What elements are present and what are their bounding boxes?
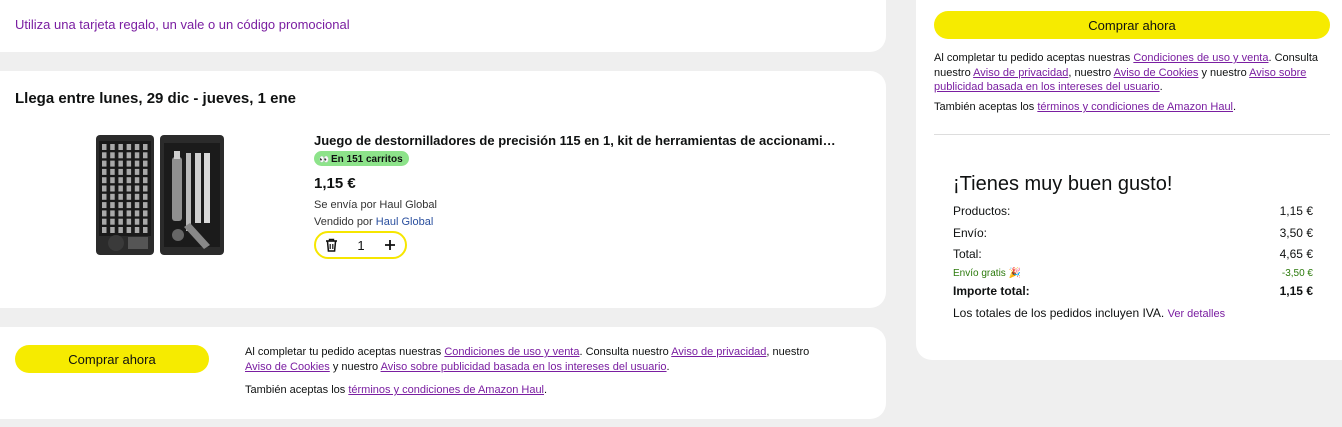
in-carts-text: En 151 carritos xyxy=(330,153,403,165)
haul-terms-part: . xyxy=(544,384,548,396)
summary-label: Productos: xyxy=(953,204,1011,218)
terms-text: Al completar tu pedido aceptas nuestras … xyxy=(934,51,1326,95)
increase-quantity-button[interactable] xyxy=(384,239,396,251)
product-title[interactable]: Juego de destornilladores de precisión 1… xyxy=(314,133,854,148)
quantity-value: 1 xyxy=(357,237,365,253)
trash-icon xyxy=(326,238,337,252)
eyes-icon: 👀 xyxy=(319,154,329,164)
summary-label: Total: xyxy=(953,247,982,261)
haul-terms-part: . xyxy=(1233,101,1237,113)
delete-button[interactable] xyxy=(325,238,338,252)
summary-label: Importe total: xyxy=(953,284,1030,298)
terms-text-part: y nuestro xyxy=(1198,66,1250,79)
ads-notice-link[interactable]: Aviso sobre publicidad basada en los int… xyxy=(381,361,667,373)
bottom-checkout-card: Comprar ahora Al completar tu pedido ace… xyxy=(0,327,886,419)
summary-value: 3,50 € xyxy=(1279,226,1313,240)
cookies-notice-link[interactable]: Aviso de Cookies xyxy=(245,361,330,373)
in-carts-badge: 👀 En 151 carritos xyxy=(314,151,409,166)
terms-text-part: , nuestro xyxy=(1068,66,1114,79)
buy-now-button-bottom[interactable]: Comprar ahora xyxy=(15,345,209,373)
sold-by: Vendido por Haul Global xyxy=(314,216,433,228)
seller-link[interactable]: Haul Global xyxy=(376,216,433,228)
cookies-notice-link[interactable]: Aviso de Cookies xyxy=(1114,67,1199,79)
terms-text-part: . xyxy=(1159,81,1163,93)
item-price: 1,15 € xyxy=(314,175,356,192)
haul-terms-link[interactable]: términos y condiciones de Amazon Haul xyxy=(1037,101,1233,113)
summary-row-total: Total: 4,65 € xyxy=(953,247,1313,261)
summary-value: 1,15 € xyxy=(1279,204,1313,218)
terms-of-use-link[interactable]: Condiciones de uso y venta xyxy=(1133,52,1268,64)
summary-value: -3,50 € xyxy=(1281,268,1313,279)
cart-item-card: Llega entre lunes, 29 dic - jueves, 1 en… xyxy=(0,71,886,308)
haul-terms-part: También aceptas los xyxy=(245,384,349,396)
terms-text-part: . Consulta nuestro xyxy=(579,346,672,358)
privacy-notice-link[interactable]: Aviso de privacidad xyxy=(671,346,766,358)
divider xyxy=(934,134,1330,135)
haul-terms-link[interactable]: términos y condiciones de Amazon Haul xyxy=(348,384,544,396)
haul-terms-text: También aceptas los términos y condicion… xyxy=(245,383,547,398)
summary-label: Envío gratis xyxy=(953,268,1006,279)
quantity-stepper: 1 xyxy=(314,231,407,259)
buy-now-button-top[interactable]: Comprar ahora xyxy=(934,11,1330,39)
summary-label: Envío: xyxy=(953,226,988,240)
summary-row-shipping: Envío: 3,50 € xyxy=(953,226,1313,240)
terms-text-part: Al completar tu pedido aceptas nuestras xyxy=(245,346,445,358)
summary-row-free-shipping: Envío gratis 🎉 -3,50 € xyxy=(953,268,1313,279)
promo-card: Utiliza una tarjeta regalo, un vale o un… xyxy=(0,0,886,52)
terms-text: Al completar tu pedido aceptas nuestras … xyxy=(245,345,835,374)
free-shipping-label: Envío gratis 🎉 xyxy=(953,268,1021,279)
terms-text-part: y nuestro xyxy=(329,360,381,373)
sold-by-label: Vendido por xyxy=(314,216,376,228)
order-summary-card: Comprar ahora Al completar tu pedido ace… xyxy=(916,0,1342,360)
promo-code-link[interactable]: Utiliza una tarjeta regalo, un vale o un… xyxy=(15,17,350,32)
vat-note: Los totales de los pedidos incluyen IVA.… xyxy=(953,306,1225,320)
haul-terms-text: También aceptas los términos y condicion… xyxy=(934,100,1236,115)
product-image[interactable] xyxy=(94,131,226,261)
terms-of-use-link[interactable]: Condiciones de uso y venta xyxy=(444,346,579,358)
terms-text-part: , nuestro xyxy=(766,346,810,358)
terms-text-part: . xyxy=(666,360,670,373)
vat-text: Los totales de los pedidos incluyen IVA. xyxy=(953,306,1165,320)
shipped-by: Se envía por Haul Global xyxy=(314,199,437,211)
haul-terms-part: También aceptas los xyxy=(934,101,1038,113)
summary-row-products: Productos: 1,15 € xyxy=(953,204,1313,218)
see-details-link[interactable]: Ver detalles xyxy=(1168,308,1225,320)
summary-value: 1,15 € xyxy=(1279,284,1313,298)
terms-text-part: Al completar tu pedido aceptas nuestras xyxy=(934,52,1134,64)
summary-value: 4,65 € xyxy=(1279,247,1313,261)
party-icon: 🎉 xyxy=(1008,268,1022,279)
delivery-estimate: Llega entre lunes, 29 dic - jueves, 1 en… xyxy=(15,90,296,107)
summary-title: ¡Tienes muy buen gusto! xyxy=(953,173,1173,195)
plus-icon xyxy=(384,240,395,250)
summary-row-grand-total: Importe total: 1,15 € xyxy=(953,284,1313,298)
privacy-notice-link[interactable]: Aviso de privacidad xyxy=(973,67,1068,79)
